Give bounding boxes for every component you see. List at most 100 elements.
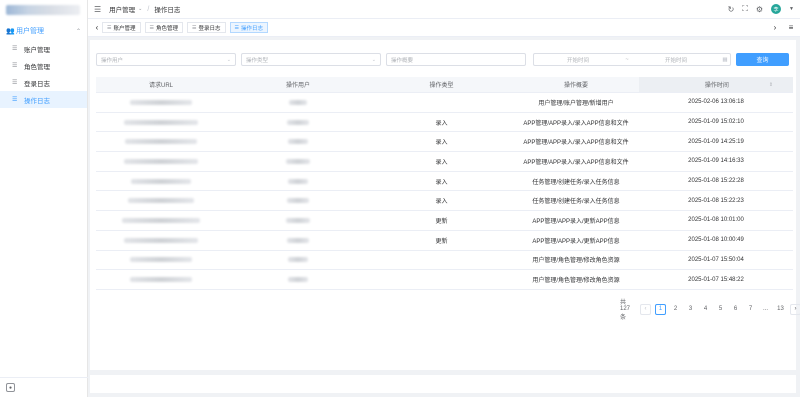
caret-down-icon[interactable]: ▼: [789, 6, 794, 12]
gear-icon[interactable]: ⚙: [756, 5, 763, 14]
cell-url: [96, 231, 226, 250]
cell-type: 录入: [435, 120, 448, 127]
end-date-placeholder: 开始时间: [664, 57, 687, 64]
cell-time: 2025-01-07 15:48:22: [688, 276, 744, 283]
table-row: 录入 任务管理/创建任务/录入任务信息 2025-01-08 15:22:23: [96, 191, 793, 212]
sidebar-item-label: 登录日志: [24, 80, 50, 88]
cell-summary: APP管理/APP录入/录入APP信息和文件: [523, 159, 629, 166]
tag-label: 角色管理: [155, 25, 178, 32]
chevron-down-icon[interactable]: ⌄: [138, 6, 142, 12]
page-number[interactable]: 6: [730, 304, 741, 315]
lock-icon[interactable]: ●: [6, 383, 15, 392]
tags-bar: ‹ ☰ 账户管理 ☰ 角色管理 ☰ 登录日志 ☰ 操作日志 › ≡: [88, 19, 800, 37]
tag-label: 账户管理: [113, 25, 136, 32]
next-page-button[interactable]: ›: [790, 303, 800, 315]
collapse-menu-icon[interactable]: ☰: [94, 5, 101, 14]
top-header: ☰ 用户管理 ⌄ / 操作日志 ↻ ⛶ ⚙ 李 ▼: [88, 0, 800, 19]
table-row: 用户管理/角色管理/修改角色资源 2025-01-07 15:48:22: [96, 270, 793, 290]
cell-user: [226, 113, 370, 132]
cell-summary: APP管理/APP录入/更新APP信息: [532, 218, 620, 225]
cell-time: 2025-02-06 13:06:18: [688, 99, 744, 106]
page-list: 1 2 3 4 5 6 7... 13: [655, 303, 786, 315]
page-number[interactable]: 1: [655, 303, 667, 315]
sidebar-item-accounts[interactable]: ☰ 账户管理: [0, 40, 87, 57]
table-row: 更新 APP管理/APP录入/更新APP信息 2025-01-08 10:00:49: [96, 231, 793, 251]
operation-type-select[interactable]: 操作类型 ⌄: [241, 53, 381, 66]
page-number[interactable]: 2: [670, 304, 681, 315]
cell-time: 2025-01-07 15:50:04: [688, 256, 744, 263]
tag-operation-log[interactable]: ☰ 操作日志: [229, 22, 268, 33]
cell-url: [96, 152, 226, 171]
cell-type: 录入: [435, 179, 448, 186]
fullscreen-icon[interactable]: ⛶: [742, 4, 748, 14]
sort-icon[interactable]: ⇕: [769, 82, 773, 88]
tags-menu-icon[interactable]: ≡: [786, 23, 796, 32]
cell-time: 2025-01-09 14:25:19: [688, 138, 744, 145]
avatar[interactable]: 李: [771, 4, 782, 14]
sidebar-item-roles[interactable]: ☰ 角色管理: [0, 57, 87, 74]
tag-roles[interactable]: ☰ 角色管理: [144, 22, 183, 33]
cell-time: 2025-01-08 15:22:28: [688, 178, 744, 185]
main-content: 操作用户 ⌄ 操作类型 ⌄ 操作概要 开始时间 ~ 开始时间 ▦ 查询 请求UR…: [90, 40, 800, 370]
col-header-user: 操作用户: [285, 83, 310, 89]
users-icon: 👥: [6, 28, 15, 35]
menu-bullet-icon: ☰: [12, 80, 18, 86]
table-row: 录入 任务管理/创建任务/录入任务信息 2025-01-08 15:22:28: [96, 172, 793, 192]
cell-user: [226, 152, 370, 171]
tag-accounts[interactable]: ☰ 账户管理: [102, 22, 141, 33]
sidebar-item-label: 账户管理: [24, 46, 50, 54]
sidebar-item-label: 操作日志: [24, 97, 50, 105]
cell-type: 录入: [435, 159, 448, 166]
prev-page-button[interactable]: ‹: [640, 303, 652, 315]
col-header-time[interactable]: 操作时间 ⇕: [639, 77, 793, 92]
cell-url: [96, 93, 226, 112]
chevron-down-icon: ⌄: [371, 56, 376, 63]
sidebar-item-operation-log[interactable]: ☰ 操作日志: [0, 91, 87, 108]
date-range-picker[interactable]: 开始时间 ~ 开始时间 ▦: [533, 53, 731, 66]
operation-log-table: 请求URL 操作用户 操作类型 操作概要 操作时间 ⇕ 用户管理/账户管理/新增…: [96, 77, 793, 290]
cell-user: [226, 231, 370, 250]
cell-type: [370, 270, 513, 289]
cell-summary: APP管理/APP录入/录入APP信息和文件: [523, 140, 629, 147]
breadcrumb-parent[interactable]: 用户管理: [109, 4, 135, 14]
chevron-left-icon[interactable]: ‹: [92, 23, 102, 32]
summary-input[interactable]: 操作概要: [386, 53, 526, 66]
operator-select[interactable]: 操作用户 ⌄: [96, 53, 236, 66]
cell-url: [96, 211, 226, 230]
sidebar-group-user-management[interactable]: 👥 用户管理 ⌃: [0, 22, 87, 40]
page-number[interactable]: 7: [745, 304, 756, 315]
cell-user: [226, 270, 370, 289]
page-number[interactable]: 4: [700, 304, 711, 315]
cell-summary: APP管理/APP录入/更新APP信息: [532, 238, 620, 245]
summary-placeholder: 操作概要: [391, 57, 414, 64]
page-number[interactable]: 13: [775, 304, 786, 315]
chevron-right-icon[interactable]: ›: [770, 23, 780, 32]
cell-url: [96, 191, 226, 210]
refresh-icon[interactable]: ↻: [728, 5, 735, 14]
page-ellipsis[interactable]: ...: [760, 304, 771, 315]
sidebar-item-login-log[interactable]: ☰ 登录日志: [0, 74, 87, 91]
pagination: 共 127 条 ‹ 1 2 3 4 5 6 7... 13 ›: [620, 297, 800, 321]
chevron-up-icon: ⌃: [75, 28, 81, 35]
cell-type: 更新: [435, 218, 448, 225]
operator-select-placeholder: 操作用户: [101, 57, 124, 64]
col-header-type: 操作类型: [429, 83, 454, 89]
query-button[interactable]: 查询: [736, 53, 789, 66]
sidebar: 👥 用户管理 ⌃ ☰ 账户管理 ☰ 角色管理 ☰ 登录日志 ☰ 操作日志 ●: [0, 0, 88, 397]
cell-time: 2025-01-08 10:00:49: [688, 237, 744, 244]
menu-bullet-icon: ☰: [107, 24, 112, 31]
cell-user: [226, 172, 370, 191]
cell-time: 2025-01-09 14:16:33: [688, 158, 744, 165]
table-row: 更新 APP管理/APP录入/更新APP信息 2025-01-08 10:01:00: [96, 211, 793, 231]
col-header-summary: 操作概要: [563, 83, 588, 89]
page-number[interactable]: 5: [715, 304, 726, 315]
menu-bullet-icon: ☰: [234, 24, 239, 31]
page-number[interactable]: 3: [685, 304, 696, 315]
cell-time: 2025-01-08 10:01:00: [688, 217, 744, 224]
cell-summary: 任务管理/创建任务/录入任务信息: [532, 179, 620, 186]
tag-login-log[interactable]: ☰ 登录日志: [187, 22, 226, 33]
col-header-url: 请求URL: [148, 83, 173, 89]
bottom-panel: [90, 375, 796, 393]
cell-url: [96, 270, 226, 289]
tag-label: 操作日志: [240, 25, 263, 32]
